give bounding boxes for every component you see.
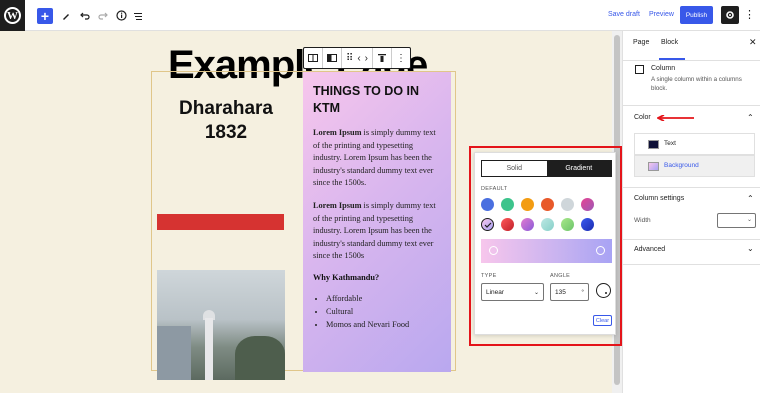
divider [623,264,760,265]
advanced-toggle[interactable]: Advanced [634,246,665,253]
text-color-item[interactable]: Text [634,133,755,155]
block-options-icon[interactable]: ⋮ [392,48,410,68]
column-block-icon [635,65,644,74]
column-right-gradient[interactable]: THINGS TO DO IN KTM Lorem Ipsum is simpl… [303,72,451,372]
text-color-chip [648,140,659,149]
divider [623,60,760,61]
close-icon[interactable]: ✕ [749,37,757,48]
red-separator[interactable] [157,214,284,230]
paragraph-2-bold: Lorem Ipsum [313,200,362,210]
paragraph-1[interactable]: Lorem Ipsum is simply dummy text of the … [313,127,441,190]
publish-button[interactable]: Publish [680,6,713,24]
paragraph-1-bold: Lorem Ipsum [313,128,362,137]
vertical-align-top-icon[interactable] [373,48,393,68]
tab-block[interactable]: Block [661,39,678,46]
more-options-icon[interactable]: ⋮ [744,8,755,21]
redo-icon[interactable] [96,7,110,24]
paragraph-2[interactable]: Lorem Ipsum is simply dummy text of the … [313,200,441,263]
why-kathmandu-heading[interactable]: Why Kathmandu? [313,273,441,282]
drag-handle-icon[interactable]: ⠿ [346,53,353,64]
add-block-button[interactable]: + [37,8,53,24]
block-description: A single column within a columns block. [651,76,742,92]
reasons-list[interactable]: Affordable Cultural Momos and Nevari Foo… [313,292,441,331]
photo-tree [235,336,285,380]
red-highlight-annotation [469,146,622,346]
width-input[interactable]: ⌄ [717,213,756,228]
column-block-icon[interactable] [323,48,342,68]
block-toolbar: ⠿ ‹ › ⋮ [303,47,412,69]
text-color-label: Text [664,140,676,147]
background-color-label: Background [664,162,699,169]
chevron-right-icon[interactable]: › [365,53,368,64]
list-item: Cultural [326,305,441,318]
preview-button[interactable]: Preview [649,11,674,18]
list-view-icon[interactable] [131,7,145,24]
background-color-chip [648,162,659,171]
undo-icon[interactable] [78,7,92,24]
dharahara-photo[interactable] [157,270,285,380]
photo-tower [205,318,213,380]
color-section-toggle[interactable]: Color [634,114,651,121]
dharahara-heading[interactable]: Dharahara 1832 [152,97,300,145]
wordpress-logo-icon: W [4,7,21,24]
block-name: Column [651,65,676,72]
width-label: Width [634,217,651,224]
unit-select-icon[interactable]: ⌄ [747,216,752,223]
column-settings-toggle[interactable]: Column settings [634,195,684,202]
divider [623,239,760,240]
dharahara-heading-line2: 1832 [204,122,248,143]
background-color-item[interactable]: Background [634,155,755,177]
list-item: Affordable [326,292,441,305]
dharahara-heading-line1: Dharahara [179,98,273,119]
chevron-up-icon[interactable]: ⌃ [747,113,754,122]
list-item: Momos and Nevari Food [326,318,441,331]
column-left[interactable]: Dharahara 1832 [152,72,300,380]
details-info-icon[interactable] [114,7,128,24]
save-draft-button[interactable]: Save draft [608,11,640,18]
settings-sidebar: Page Block ✕ Column A single column with… [622,31,760,393]
tools-pencil-icon[interactable] [59,7,73,24]
wordpress-logo[interactable]: W [0,0,25,31]
red-arrow-annotation [657,115,694,121]
tab-page[interactable]: Page [633,39,649,46]
columns-parent-icon[interactable] [304,48,323,68]
editor-top-toolbar: W + Save draft Preview Publish ⋮ [0,0,760,31]
chevron-down-icon[interactable]: ⌄ [747,244,754,253]
chevron-up-icon[interactable]: ⌃ [747,194,754,203]
divider [623,187,760,188]
divider [623,105,760,106]
drag-move-handle[interactable]: ⠿ ‹ › [342,48,374,68]
photo-building [157,326,191,380]
chevron-left-icon[interactable]: ‹ [357,53,360,64]
things-heading[interactable]: THINGS TO DO IN KTM [313,83,441,117]
settings-gear-icon[interactable] [721,6,739,24]
